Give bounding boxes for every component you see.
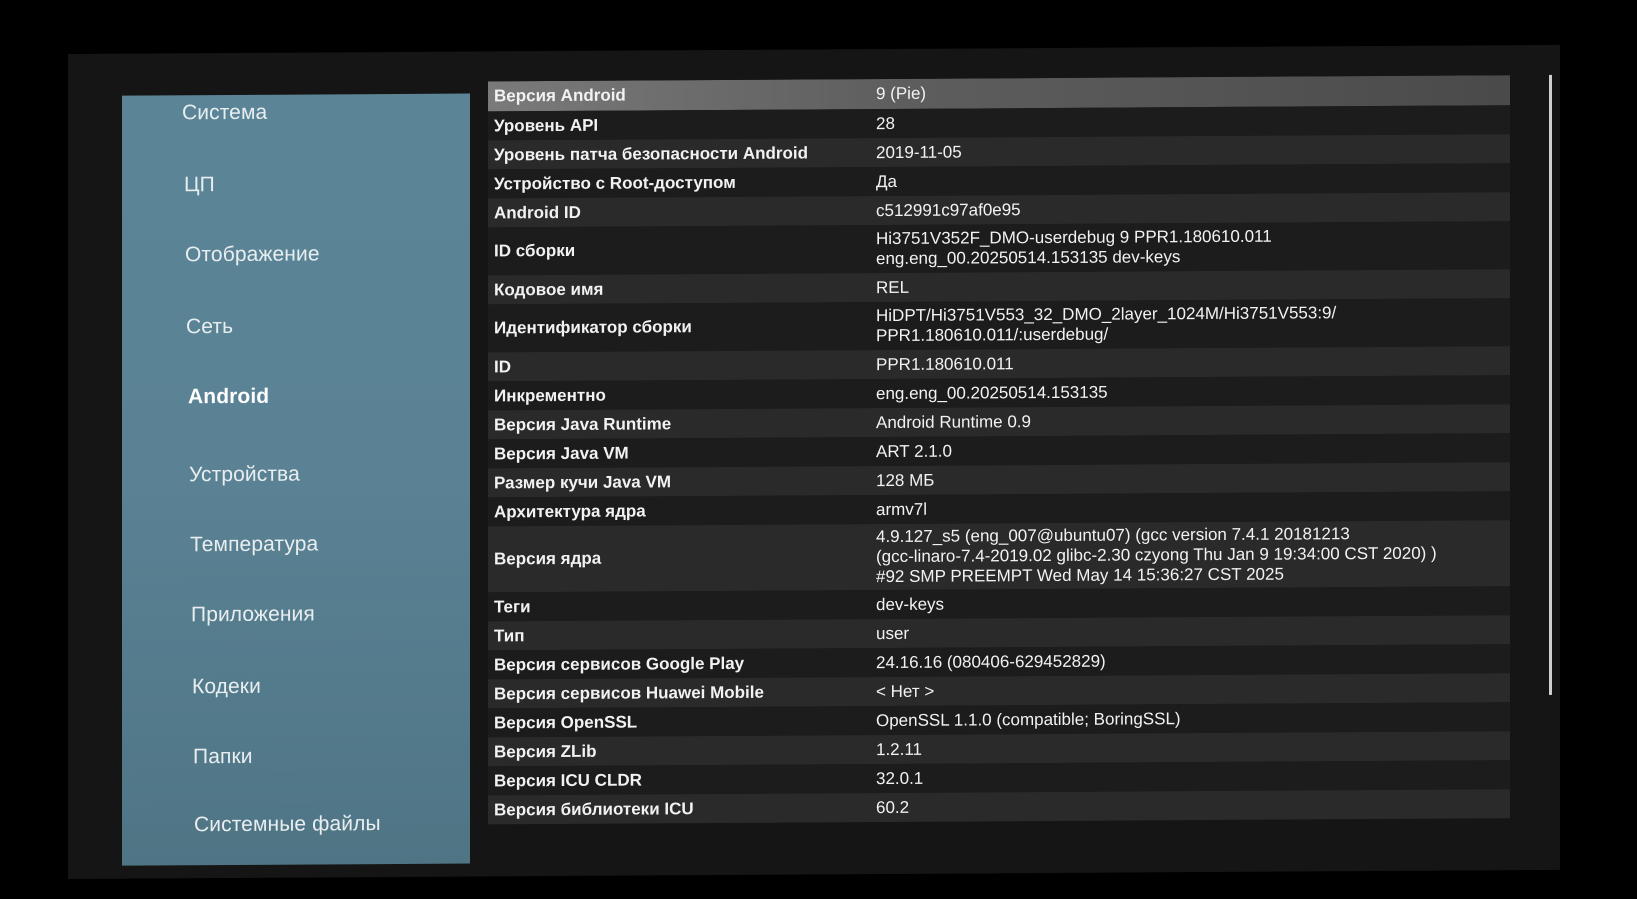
row-value: REL: [876, 277, 910, 297]
sidebar-item-cpu[interactable]: ЦП: [184, 173, 215, 197]
row-value: OpenSSL 1.1.0 (compatible; BoringSSL): [876, 708, 1181, 730]
row-label: Версия библиотеки ICU: [494, 798, 694, 819]
sidebar-item-devices[interactable]: Устройства: [189, 463, 300, 488]
row-label: Теги: [494, 596, 531, 616]
row-label: Версия Android: [494, 85, 626, 106]
row-value: 24.16.16 (080406-629452829): [876, 651, 1106, 672]
row-label: Архитектура ядра: [494, 500, 646, 521]
row-value: 1.2.11: [876, 739, 923, 759]
row-value: armv7l: [876, 499, 928, 519]
row-value: dev-keys: [876, 594, 945, 614]
sidebar-item-apps[interactable]: Приложения: [191, 602, 315, 627]
row-value: ART 2.1.0: [876, 441, 952, 461]
sidebar-item-display[interactable]: Отображение: [185, 242, 320, 267]
table-row[interactable]: Версия библиотеки ICU 60.2: [488, 789, 1510, 825]
row-value: c512991c97af0e95: [876, 199, 1021, 220]
row-value: 2019-11-05: [876, 142, 962, 162]
sidebar-item-network[interactable]: Сеть: [186, 315, 233, 339]
row-value: user: [876, 623, 910, 643]
row-label: Версия Java Runtime: [494, 413, 672, 434]
row-label: Уровень патча безопасности Android: [494, 142, 808, 164]
row-value: 4.9.127_s5 (eng_007@ubuntu07) (gcc versi…: [876, 524, 1437, 587]
row-label: Версия Java VM: [494, 443, 629, 463]
row-value: 32.0.1: [876, 768, 924, 788]
sidebar-item-android[interactable]: Android: [188, 385, 269, 409]
row-label: Android ID: [494, 202, 581, 222]
row-label: ID сборки: [494, 240, 576, 261]
row-value: 128 МБ: [876, 470, 935, 490]
sidebar-item-system-files[interactable]: Системные файлы: [194, 812, 381, 837]
row-label: Инкрементно: [494, 385, 606, 405]
row-label: Версия ZLib: [494, 741, 597, 761]
sidebar-item-folders[interactable]: Папки: [193, 745, 253, 769]
tv-screen: Система ЦП Отображение Сеть Android Устр…: [68, 44, 1560, 879]
row-value: 28: [876, 113, 895, 133]
row-value: < Нет >: [876, 681, 935, 701]
row-label: Версия OpenSSL: [494, 712, 638, 732]
row-label: Тип: [494, 625, 525, 645]
row-value: 60.2: [876, 797, 910, 817]
sidebar-item-codecs[interactable]: Кодеки: [192, 675, 261, 699]
android-info-table: Версия Android 9 (Pie) Уровень API 28 Ур…: [488, 75, 1510, 871]
sidebar: Система ЦП Отображение Сеть Android Устр…: [122, 93, 470, 866]
row-label: Устройство с Root-доступом: [494, 172, 736, 193]
row-value: Да: [876, 171, 897, 191]
row-label: Версия ядра: [494, 548, 602, 569]
table-row[interactable]: Идентификатор сборки HiDPT/Hi3751V553_32…: [488, 298, 1510, 353]
row-value: PPR1.180610.011: [876, 353, 1014, 374]
scrollbar[interactable]: [1549, 74, 1552, 695]
sidebar-item-system[interactable]: Система: [182, 101, 267, 126]
table-row[interactable]: ID сборки Hi3751V352F_DMO-userdebug 9 PP…: [488, 221, 1510, 276]
row-label: Версия сервисов Huawei Mobile: [494, 682, 764, 703]
row-value: HiDPT/Hi3751V553_32_DMO_2layer_1024M/Hi3…: [876, 303, 1337, 346]
table-row[interactable]: Версия ядра 4.9.127_s5 (eng_007@ubuntu07…: [488, 520, 1510, 593]
row-value: Hi3751V352F_DMO-userdebug 9 PPR1.180610.…: [876, 226, 1272, 269]
row-label: Версия сервисов Google Play: [494, 653, 745, 674]
row-label: Размер кучи Java VM: [494, 471, 671, 492]
row-label: Версия ICU CLDR: [494, 769, 642, 790]
row-label: Кодовое имя: [494, 279, 604, 299]
row-value: 9 (Pie): [876, 83, 927, 104]
row-value: eng.eng_00.20250514.153135: [876, 382, 1108, 403]
row-label: ID: [494, 356, 511, 376]
sidebar-item-temperature[interactable]: Температура: [190, 532, 318, 557]
row-label: Идентификатор сборки: [494, 317, 692, 338]
row-value: Android Runtime 0.9: [876, 411, 1031, 432]
row-label: Уровень API: [494, 115, 599, 135]
